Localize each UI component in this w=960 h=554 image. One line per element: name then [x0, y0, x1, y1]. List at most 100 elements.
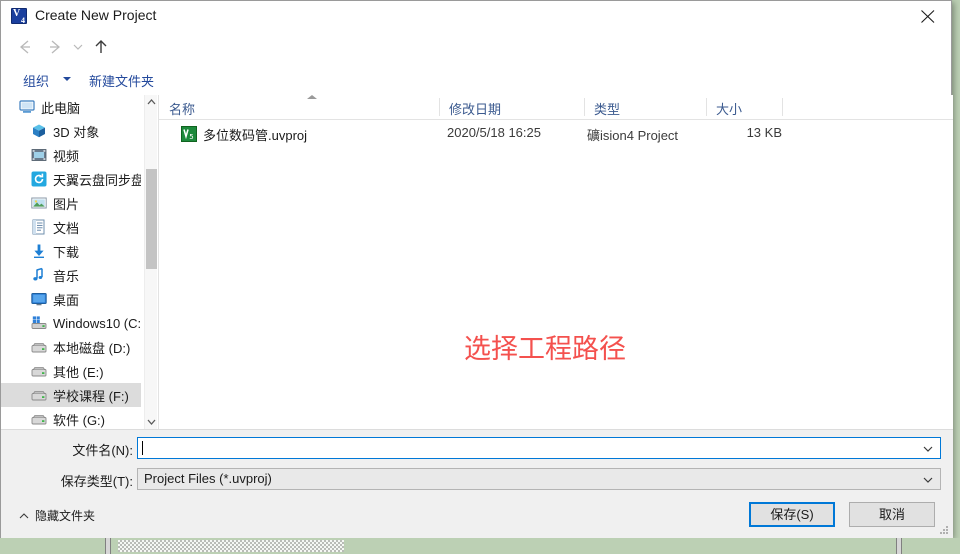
create-new-project-dialog: Create New Project [0, 0, 953, 538]
sidebar-item-13[interactable]: 软件 (G:) [1, 407, 141, 429]
up-arrow-icon [95, 40, 107, 53]
sidebar-item-label: 3D 对象 [53, 124, 100, 140]
sidebar-item-label: 本地磁盘 (D:) [53, 340, 131, 356]
column-header-row: 名称 修改日期 类型 大小 [159, 95, 953, 120]
sidebar-item-label: 天翼云盘同步盘 [53, 172, 141, 188]
music-icon [31, 267, 47, 283]
sidebar-item-0[interactable]: 此电脑 [1, 95, 141, 119]
drive-icon [31, 339, 47, 355]
cancel-button[interactable]: 取消 [849, 502, 935, 527]
sidebar-item-6[interactable]: 下载 [1, 239, 141, 263]
drive-icon [31, 387, 47, 403]
uvision-project-icon: 5 [181, 126, 197, 142]
sidebar-item-3[interactable]: 天翼云盘同步盘 [1, 167, 141, 191]
sidebar-item-1[interactable]: 3D 对象 [1, 119, 141, 143]
file-type: 礦ision4 Project [587, 128, 679, 143]
cloud-sync-icon [31, 171, 47, 187]
filename-label: 文件名(N): [72, 443, 133, 458]
column-header-type[interactable]: 类型 [584, 95, 706, 119]
table-row[interactable]: 5 多位数码管.uvproj 2020/5/18 16:25 礦ision4 P… [159, 123, 953, 145]
navigation-pane: 此电脑 3D 对象视频天翼云盘同步盘 图片文档下载音乐桌面 Windows10 (C:… [1, 95, 153, 429]
sidebar-item-label: 视频 [53, 148, 80, 164]
column-header-name[interactable]: 名称 [159, 95, 439, 119]
downloads-icon [31, 243, 47, 259]
sidebar-item-12[interactable]: 学校课程 (F:) [1, 383, 141, 407]
chevron-down-icon [63, 77, 71, 81]
back-button[interactable] [15, 38, 37, 58]
sidebar-item-label: 学校课程 (F:) [53, 388, 129, 404]
background-window-hatch [118, 540, 344, 552]
file-modified-date: 2020/5/18 16:25 [447, 125, 541, 140]
this-pc-icon [19, 99, 35, 115]
sort-ascending-icon [307, 95, 317, 99]
sidebar-item-11[interactable]: 其他 (E:) [1, 359, 141, 383]
chevron-down-icon [73, 44, 83, 50]
drive-icon [31, 411, 47, 427]
column-header-date[interactable]: 修改日期 [439, 95, 584, 119]
background-window-edge-right [896, 538, 902, 554]
sidebar-item-10[interactable]: 本地磁盘 (D:) [1, 335, 141, 359]
sidebar-item-label: 下载 [53, 244, 80, 260]
navigation-pane-scrollbar[interactable] [144, 95, 157, 429]
background-window-edge-left [105, 538, 111, 554]
file-name: 多位数码管.uvproj [203, 128, 308, 143]
drive-icon [31, 363, 47, 379]
sidebar-item-label: 软件 (G:) [53, 412, 105, 428]
column-divider[interactable] [782, 98, 783, 116]
close-icon [921, 10, 935, 23]
chevron-up-icon [147, 99, 156, 105]
chevron-up-icon[interactable] [19, 512, 29, 520]
videos-icon [31, 147, 47, 163]
svg-text:5: 5 [189, 133, 193, 141]
up-button[interactable] [91, 38, 113, 58]
back-arrow-icon [20, 40, 30, 54]
new-folder-button[interactable]: 新建文件夹 [89, 71, 154, 90]
sidebar-item-2[interactable]: 视频 [1, 143, 141, 167]
scrollbar-thumb[interactable] [146, 169, 157, 269]
folder-tree: 此电脑 3D 对象视频天翼云盘同步盘 图片文档下载音乐桌面 Windows10 (C:… [1, 95, 141, 429]
windows-drive-icon [31, 315, 47, 331]
dialog-body: 此电脑 3D 对象视频天翼云盘同步盘 图片文档下载音乐桌面 Windows10 (C:… [1, 95, 953, 429]
dialog-button-bar: 隐藏文件夹 保存(S) 取消 [1, 493, 953, 538]
save-button[interactable]: 保存(S) [749, 502, 835, 527]
pictures-icon [31, 195, 47, 211]
sidebar-item-label: 音乐 [53, 268, 80, 284]
organize-button[interactable]: 组织 [23, 71, 49, 90]
sidebar-item-4[interactable]: 图片 [1, 191, 141, 215]
savetype-value: Project Files (*.uvproj) [144, 471, 272, 486]
chevron-down-icon[interactable] [923, 476, 933, 484]
hide-folders-toggle[interactable]: 隐藏文件夹 [35, 507, 95, 524]
file-size: 13 KB [746, 125, 782, 140]
file-list-pane: 名称 修改日期 类型 大小 5 多位数码管.uvproj 2020/5/18 1… [159, 95, 953, 429]
resize-grip-icon[interactable] [939, 525, 949, 535]
column-header-size[interactable]: 大小 [706, 95, 782, 119]
title-bar: Create New Project [1, 1, 951, 31]
sidebar-item-5[interactable]: 文档 [1, 215, 141, 239]
command-bar: 组织 新建文件夹 ? [1, 65, 951, 154]
recent-locations-button[interactable] [71, 38, 87, 58]
filename-input[interactable] [137, 437, 941, 459]
file-form: 文件名(N): 保存类型(T): Project Files (*.uvproj… [1, 429, 953, 494]
sidebar-item-8[interactable]: 桌面 [1, 287, 141, 311]
sidebar-item-label: 此电脑 [41, 100, 81, 116]
sidebar-item-7[interactable]: 音乐 [1, 263, 141, 287]
annotation-text: 选择工程路径 [464, 334, 626, 365]
scroll-up-button[interactable] [145, 95, 158, 110]
forward-arrow-icon [50, 40, 60, 54]
documents-icon [31, 219, 47, 235]
navigation-bar: › 此电脑 › 学校课程 (F:) › 单片机 › 实验课 › 第五节 搜索 [1, 31, 951, 90]
sidebar-item-label: Windows10 (C:) [53, 315, 141, 331]
keil-uvision4-icon [11, 8, 27, 25]
sidebar-item-label: 桌面 [53, 292, 80, 308]
scroll-down-button[interactable] [145, 414, 158, 429]
sidebar-item-label: 文档 [53, 220, 80, 236]
forward-button[interactable] [45, 38, 67, 58]
savetype-select[interactable]: Project Files (*.uvproj) [137, 468, 941, 490]
sidebar-item-label: 图片 [53, 196, 80, 212]
desktop-icon [31, 291, 47, 307]
close-button[interactable] [905, 1, 951, 31]
sidebar-item-9[interactable]: Windows10 (C:) [1, 311, 141, 335]
text-caret [142, 441, 143, 455]
chevron-down-icon [147, 419, 156, 425]
chevron-down-icon[interactable] [923, 445, 933, 453]
